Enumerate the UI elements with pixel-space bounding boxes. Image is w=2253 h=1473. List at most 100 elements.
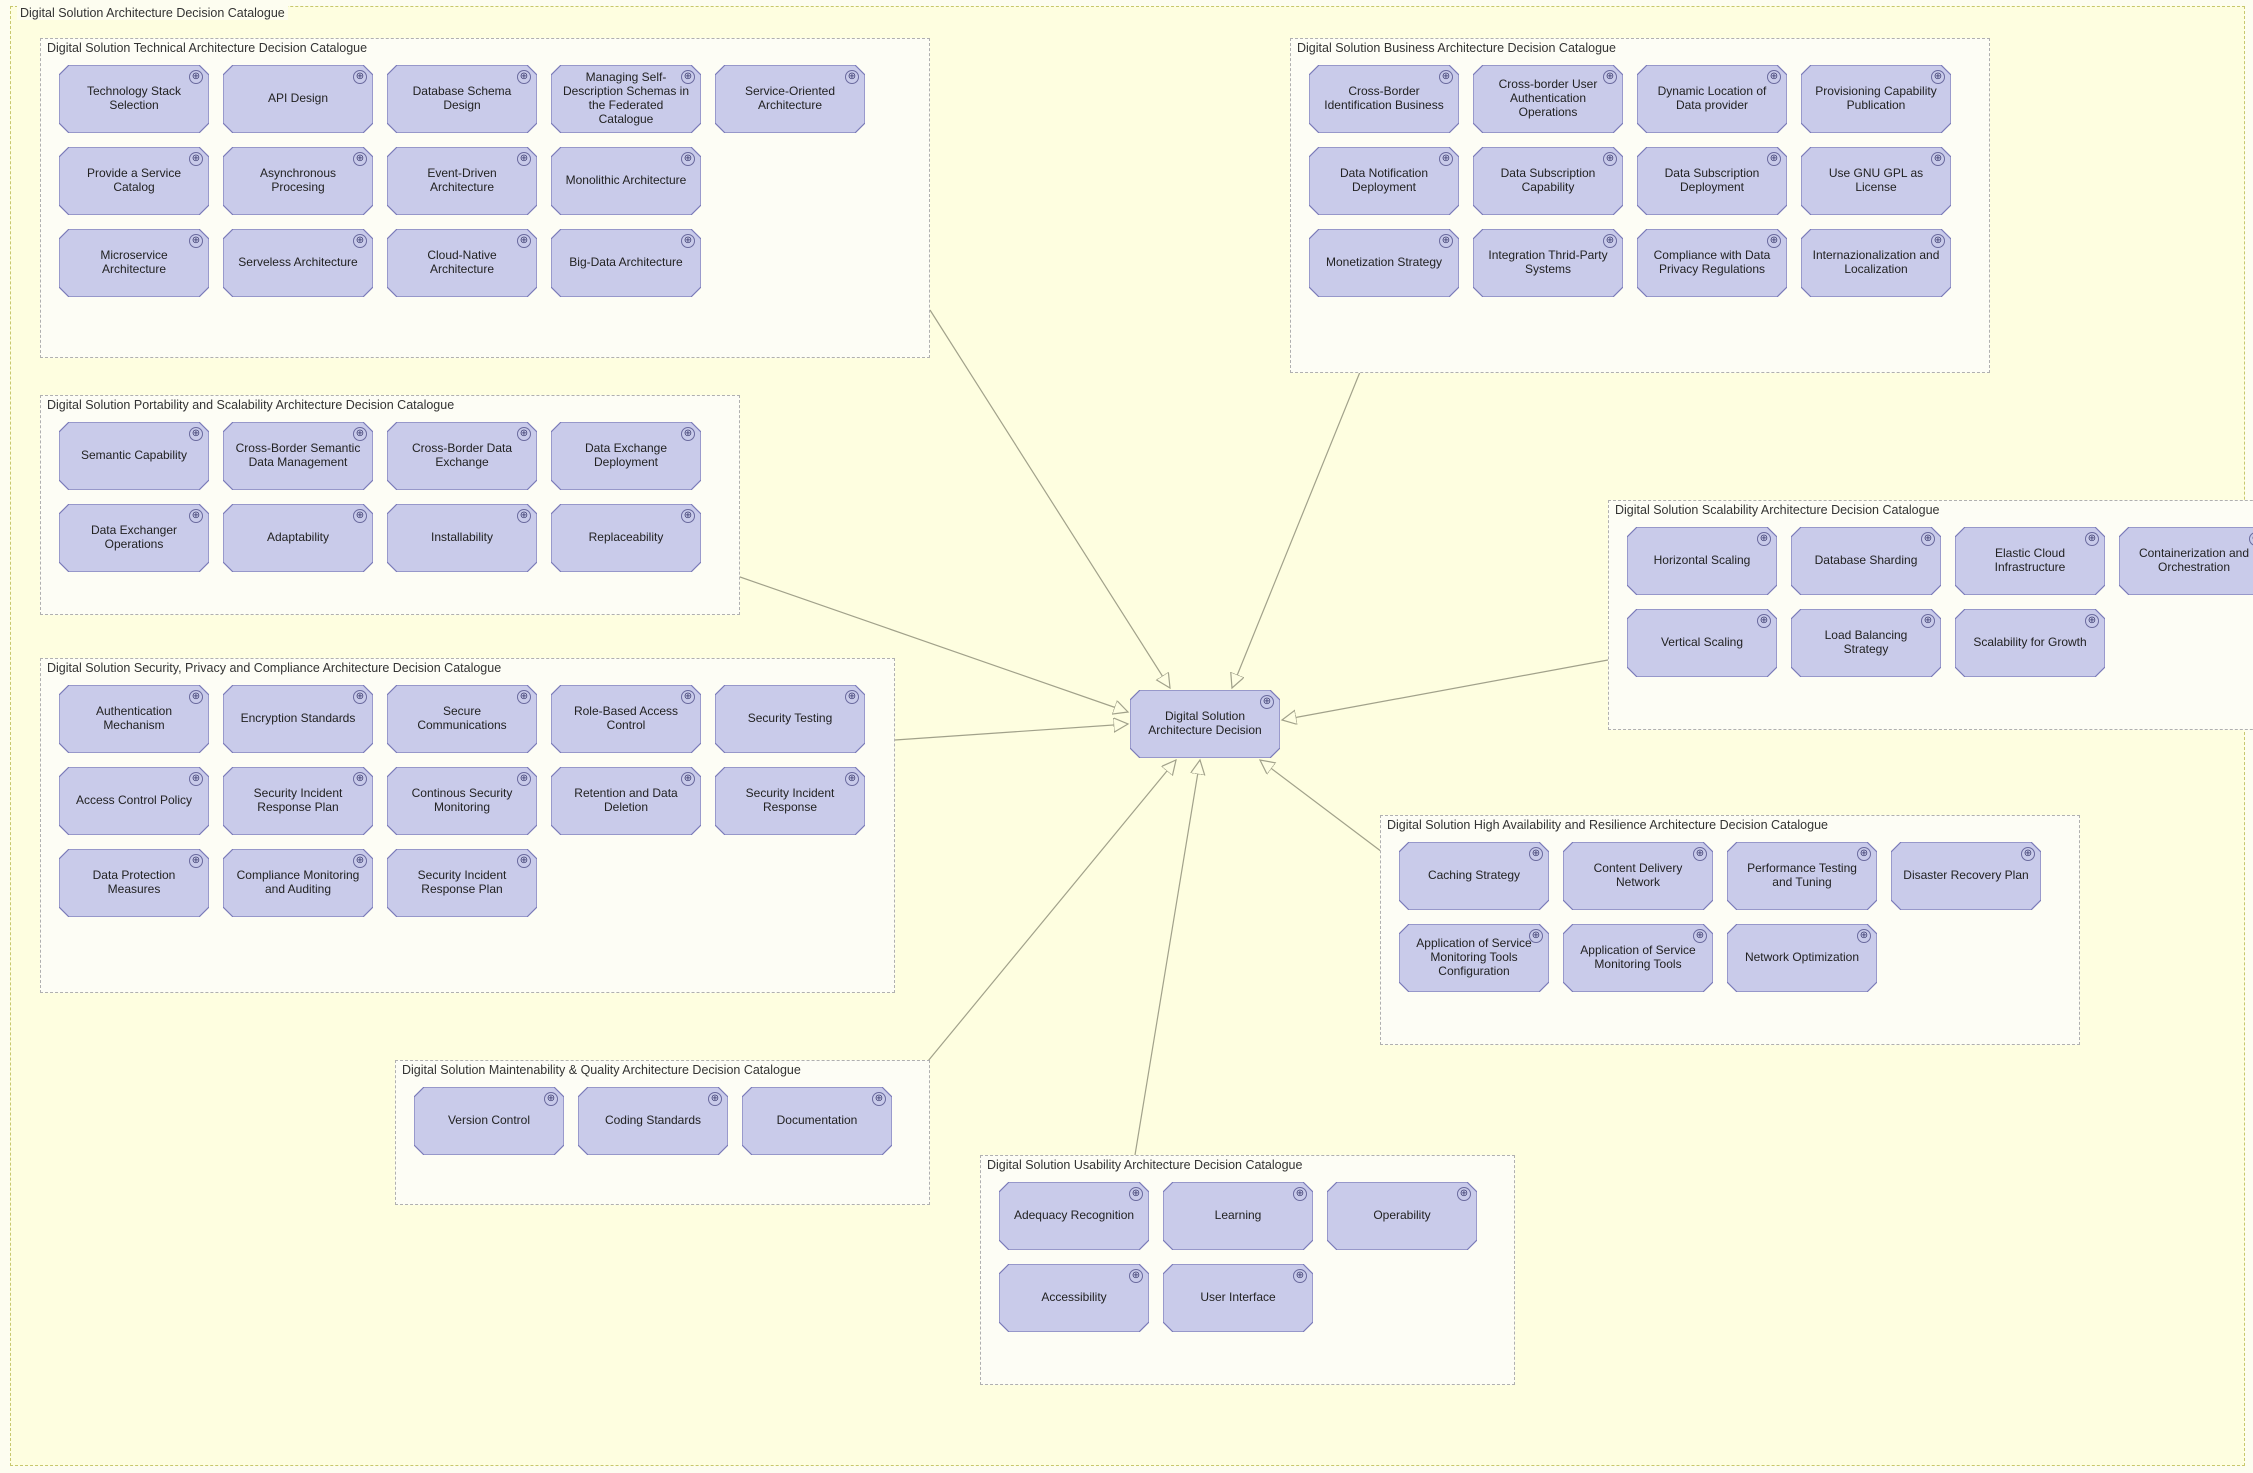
expand-icon[interactable]: ⊕	[1260, 695, 1274, 709]
decision-node[interactable]: Cross-Border Data Exchange⊕	[387, 422, 537, 490]
expand-icon[interactable]: ⊕	[2085, 532, 2099, 546]
expand-icon[interactable]: ⊕	[189, 427, 203, 441]
decision-node[interactable]: Database Schema Design⊕	[387, 65, 537, 133]
expand-icon[interactable]: ⊕	[353, 427, 367, 441]
expand-icon[interactable]: ⊕	[353, 70, 367, 84]
decision-node[interactable]: Dynamic Location of Data provider⊕	[1637, 65, 1787, 133]
expand-icon[interactable]: ⊕	[517, 152, 531, 166]
expand-icon[interactable]: ⊕	[845, 690, 859, 704]
expand-icon[interactable]: ⊕	[189, 772, 203, 786]
expand-icon[interactable]: ⊕	[1293, 1187, 1307, 1201]
expand-icon[interactable]: ⊕	[353, 690, 367, 704]
decision-node[interactable]: Security Incident Response Plan⊕	[387, 849, 537, 917]
decision-node[interactable]: Security Incident Response⊕	[715, 767, 865, 835]
expand-icon[interactable]: ⊕	[1603, 70, 1617, 84]
expand-icon[interactable]: ⊕	[1767, 152, 1781, 166]
expand-icon[interactable]: ⊕	[1757, 614, 1771, 628]
expand-icon[interactable]: ⊕	[681, 772, 695, 786]
decision-node[interactable]: Monetization Strategy⊕	[1309, 229, 1459, 297]
expand-icon[interactable]: ⊕	[681, 427, 695, 441]
decision-node[interactable]: Semantic Capability⊕	[59, 422, 209, 490]
decision-node[interactable]: Installability⊕	[387, 504, 537, 572]
expand-icon[interactable]: ⊕	[681, 234, 695, 248]
decision-node[interactable]: Asynchronous Procesing⊕	[223, 147, 373, 215]
expand-icon[interactable]: ⊕	[1439, 70, 1453, 84]
expand-icon[interactable]: ⊕	[1857, 847, 1871, 861]
decision-node[interactable]: Load Balancing Strategy⊕	[1791, 609, 1941, 677]
decision-node[interactable]: Managing Self-Description Schemas in the…	[551, 65, 701, 133]
decision-node[interactable]: Cross-border User Authentication Operati…	[1473, 65, 1623, 133]
decision-node[interactable]: Scalability for Growth⊕	[1955, 609, 2105, 677]
decision-node[interactable]: Big-Data Architecture⊕	[551, 229, 701, 297]
decision-node[interactable]: Documentation⊕	[742, 1087, 892, 1155]
decision-node[interactable]: Data Subscription Deployment⊕	[1637, 147, 1787, 215]
decision-node[interactable]: Authentication Mechanism⊕	[59, 685, 209, 753]
decision-node[interactable]: Operability⊕	[1327, 1182, 1477, 1250]
decision-node[interactable]: Monolithic Architecture⊕	[551, 147, 701, 215]
decision-node[interactable]: Provide a Service Catalog⊕	[59, 147, 209, 215]
expand-icon[interactable]: ⊕	[1529, 929, 1543, 943]
decision-node[interactable]: Retention and Data Deletion⊕	[551, 767, 701, 835]
decision-node[interactable]: Serveless Architecture⊕	[223, 229, 373, 297]
expand-icon[interactable]: ⊕	[872, 1092, 886, 1106]
decision-node[interactable]: Role-Based Access Control⊕	[551, 685, 701, 753]
center-decision-node[interactable]: Digital Solution Architecture Decision ⊕	[1130, 690, 1280, 758]
expand-icon[interactable]: ⊕	[189, 234, 203, 248]
expand-icon[interactable]: ⊕	[517, 509, 531, 523]
expand-icon[interactable]: ⊕	[845, 70, 859, 84]
expand-icon[interactable]: ⊕	[544, 1092, 558, 1106]
decision-node[interactable]: Elastic Cloud Infrastructure⊕	[1955, 527, 2105, 595]
expand-icon[interactable]: ⊕	[189, 509, 203, 523]
decision-node[interactable]: Caching Strategy⊕	[1399, 842, 1549, 910]
decision-node[interactable]: Horizontal Scaling⊕	[1627, 527, 1777, 595]
expand-icon[interactable]: ⊕	[2021, 847, 2035, 861]
expand-icon[interactable]: ⊕	[1693, 847, 1707, 861]
expand-icon[interactable]: ⊕	[1931, 152, 1945, 166]
expand-icon[interactable]: ⊕	[353, 234, 367, 248]
decision-node[interactable]: Containerization and Orchestration⊕	[2119, 527, 2253, 595]
decision-node[interactable]: Learning⊕	[1163, 1182, 1313, 1250]
decision-node[interactable]: Cloud-Native Architecture⊕	[387, 229, 537, 297]
expand-icon[interactable]: ⊕	[681, 70, 695, 84]
decision-node[interactable]: Network Optimization⊕	[1727, 924, 1877, 992]
decision-node[interactable]: Event-Driven Architecture⊕	[387, 147, 537, 215]
decision-node[interactable]: Use GNU GPL as License⊕	[1801, 147, 1951, 215]
expand-icon[interactable]: ⊕	[1693, 929, 1707, 943]
expand-icon[interactable]: ⊕	[1921, 532, 1935, 546]
expand-icon[interactable]: ⊕	[1603, 234, 1617, 248]
expand-icon[interactable]: ⊕	[517, 427, 531, 441]
expand-icon[interactable]: ⊕	[189, 690, 203, 704]
decision-node[interactable]: Access Control Policy⊕	[59, 767, 209, 835]
expand-icon[interactable]: ⊕	[353, 772, 367, 786]
expand-icon[interactable]: ⊕	[517, 690, 531, 704]
expand-icon[interactable]: ⊕	[1439, 152, 1453, 166]
expand-icon[interactable]: ⊕	[1921, 614, 1935, 628]
decision-node[interactable]: API Design⊕	[223, 65, 373, 133]
decision-node[interactable]: Data Exchange Deployment⊕	[551, 422, 701, 490]
expand-icon[interactable]: ⊕	[1457, 1187, 1471, 1201]
expand-icon[interactable]: ⊕	[189, 854, 203, 868]
decision-node[interactable]: Security Incident Response Plan⊕	[223, 767, 373, 835]
expand-icon[interactable]: ⊕	[1767, 70, 1781, 84]
expand-icon[interactable]: ⊕	[1931, 70, 1945, 84]
expand-icon[interactable]: ⊕	[1931, 234, 1945, 248]
decision-node[interactable]: Adequacy Recognition⊕	[999, 1182, 1149, 1250]
decision-node[interactable]: Service-Oriented Architecture⊕	[715, 65, 865, 133]
expand-icon[interactable]: ⊕	[1603, 152, 1617, 166]
decision-node[interactable]: Internazionalization and Localization⊕	[1801, 229, 1951, 297]
expand-icon[interactable]: ⊕	[1293, 1269, 1307, 1283]
decision-node[interactable]: Coding Standards⊕	[578, 1087, 728, 1155]
decision-node[interactable]: Data Protection Measures⊕	[59, 849, 209, 917]
expand-icon[interactable]: ⊕	[708, 1092, 722, 1106]
expand-icon[interactable]: ⊕	[845, 772, 859, 786]
decision-node[interactable]: Cross-Border Semantic Data Management⊕	[223, 422, 373, 490]
decision-node[interactable]: Data Notification Deployment⊕	[1309, 147, 1459, 215]
decision-node[interactable]: Microservice Architecture⊕	[59, 229, 209, 297]
expand-icon[interactable]: ⊕	[1767, 234, 1781, 248]
decision-node[interactable]: Technology Stack Selection⊕	[59, 65, 209, 133]
decision-node[interactable]: Adaptability⊕	[223, 504, 373, 572]
decision-node[interactable]: Provisioning Capability Publication⊕	[1801, 65, 1951, 133]
decision-node[interactable]: Continous Security Monitoring⊕	[387, 767, 537, 835]
decision-node[interactable]: Data Subscription Capability⊕	[1473, 147, 1623, 215]
decision-node[interactable]: User Interface⊕	[1163, 1264, 1313, 1332]
